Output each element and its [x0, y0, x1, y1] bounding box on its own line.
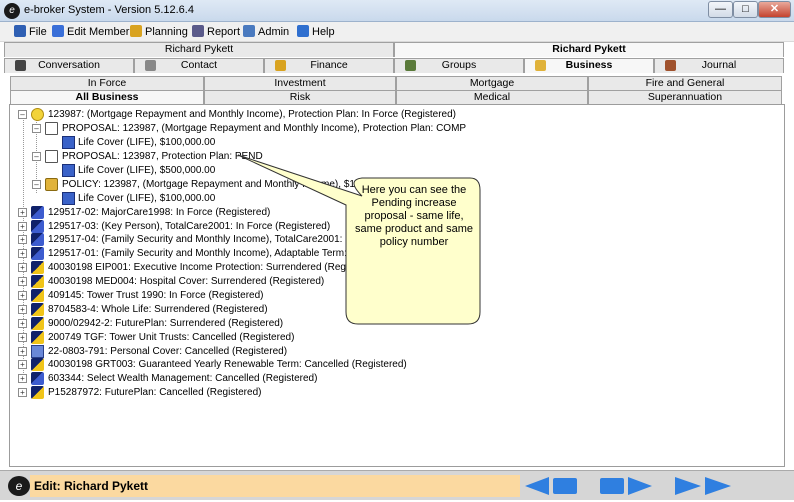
- status-bar: e Edit: Richard Pykett: [0, 470, 794, 500]
- nav-first-button[interactable]: [525, 477, 581, 495]
- callout-text: Here you can see the Pending increase pr…: [354, 184, 473, 248]
- app-logo-icon: e: [8, 476, 30, 496]
- edit-status-label: Edit: Richard Pykett: [30, 475, 400, 497]
- callout-bubble: [237, 154, 481, 325]
- nav-next-button[interactable]: [600, 477, 656, 495]
- nav-last-button[interactable]: [675, 477, 735, 495]
- status-panel: [400, 475, 520, 497]
